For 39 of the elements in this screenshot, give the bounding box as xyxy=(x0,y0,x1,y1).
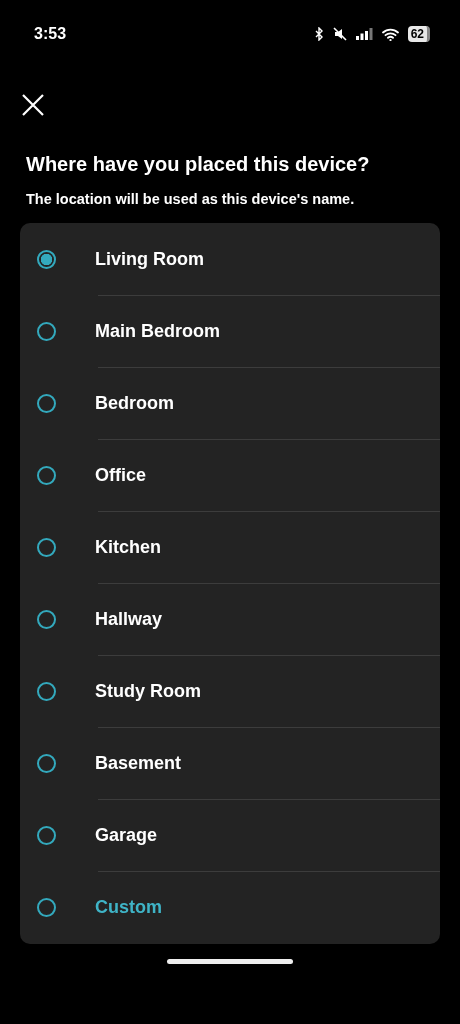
location-option[interactable]: Basement xyxy=(20,727,440,799)
radio-button[interactable] xyxy=(37,825,56,845)
location-option[interactable]: Main Bedroom xyxy=(20,295,440,367)
radio-button[interactable] xyxy=(37,897,56,917)
location-option[interactable]: Living Room xyxy=(20,223,440,295)
mute-icon xyxy=(332,27,347,41)
radio-button[interactable] xyxy=(37,249,56,269)
option-label: Living Room xyxy=(95,248,204,270)
location-option[interactable]: Study Room xyxy=(20,655,440,727)
status-time: 3:53 xyxy=(34,25,67,43)
option-label: Custom xyxy=(95,896,162,918)
option-label: Main Bedroom xyxy=(95,320,220,342)
option-label: Kitchen xyxy=(95,536,161,558)
radio-button[interactable] xyxy=(37,465,56,485)
battery-indicator: 62 xyxy=(407,26,430,42)
location-option[interactable]: Hallway xyxy=(20,583,440,655)
radio-button[interactable] xyxy=(37,393,56,413)
option-label: Bedroom xyxy=(95,392,174,414)
location-option[interactable]: Kitchen xyxy=(20,511,440,583)
wifi-icon xyxy=(381,27,399,41)
option-label: Garage xyxy=(95,824,158,846)
option-label: Hallway xyxy=(95,608,163,630)
page-subtitle: The location will be used as this device's name. xyxy=(26,191,356,207)
radio-button[interactable] xyxy=(37,321,56,341)
location-option[interactable]: Bedroom xyxy=(20,367,440,439)
location-option[interactable]: Garage xyxy=(20,799,440,871)
bluetooth-icon xyxy=(314,27,324,41)
option-label: Basement xyxy=(95,752,182,774)
radio-button[interactable] xyxy=(37,609,56,629)
page-title: Where have you placed this device? xyxy=(26,153,371,176)
radio-button[interactable] xyxy=(37,753,56,773)
option-label: Office xyxy=(95,464,146,486)
close-icon[interactable] xyxy=(22,94,44,116)
location-option[interactable]: Office xyxy=(20,439,440,511)
option-label: Study Room xyxy=(95,680,201,702)
radio-button[interactable] xyxy=(37,537,56,557)
location-option[interactable]: Custom xyxy=(20,871,440,943)
radio-button[interactable] xyxy=(37,681,56,701)
signal-icon xyxy=(355,28,373,40)
